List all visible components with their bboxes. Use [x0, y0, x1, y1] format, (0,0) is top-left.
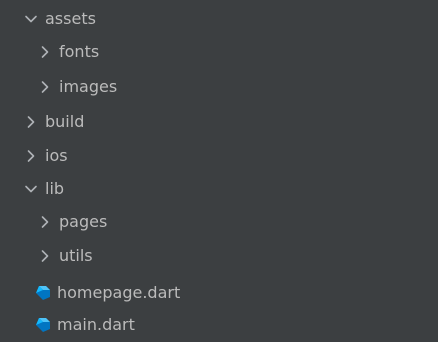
- tree-item-label: utils: [59, 246, 93, 265]
- tree-item-lib[interactable]: lib: [0, 172, 438, 206]
- tree-item-label: lib: [45, 179, 65, 198]
- tree-item-label: main.dart: [57, 315, 135, 334]
- tree-item-label: build: [45, 112, 85, 131]
- chevron-right-icon[interactable]: [37, 248, 53, 264]
- tree-item-main-dart[interactable]: main.dart: [0, 308, 438, 342]
- tree-item-label: homepage.dart: [57, 283, 181, 302]
- chevron-right-icon[interactable]: [37, 79, 53, 95]
- tree-item-label: assets: [45, 9, 96, 28]
- tree-item-label: fonts: [59, 42, 100, 61]
- project-tree: assets fonts images build ios lib pages …: [0, 0, 438, 342]
- tree-item-label: ios: [45, 146, 68, 165]
- chevron-right-icon[interactable]: [23, 148, 39, 164]
- dart-file-icon: [35, 317, 51, 333]
- tree-item-assets[interactable]: assets: [0, 2, 438, 36]
- tree-item-utils[interactable]: utils: [0, 239, 438, 273]
- tree-item-label: pages: [59, 212, 108, 231]
- chevron-right-icon[interactable]: [37, 214, 53, 230]
- chevron-down-icon[interactable]: [23, 181, 39, 197]
- tree-item-build[interactable]: build: [0, 105, 438, 139]
- chevron-right-icon[interactable]: [23, 114, 39, 130]
- chevron-down-icon[interactable]: [23, 11, 39, 27]
- tree-item-images[interactable]: images: [0, 70, 438, 104]
- chevron-right-icon[interactable]: [37, 44, 53, 60]
- tree-item-homepage-dart[interactable]: homepage.dart: [0, 276, 438, 310]
- tree-item-label: images: [59, 77, 118, 96]
- tree-item-ios[interactable]: ios: [0, 139, 438, 173]
- tree-item-pages[interactable]: pages: [0, 205, 438, 239]
- tree-item-fonts[interactable]: fonts: [0, 35, 438, 69]
- dart-file-icon: [35, 285, 51, 301]
